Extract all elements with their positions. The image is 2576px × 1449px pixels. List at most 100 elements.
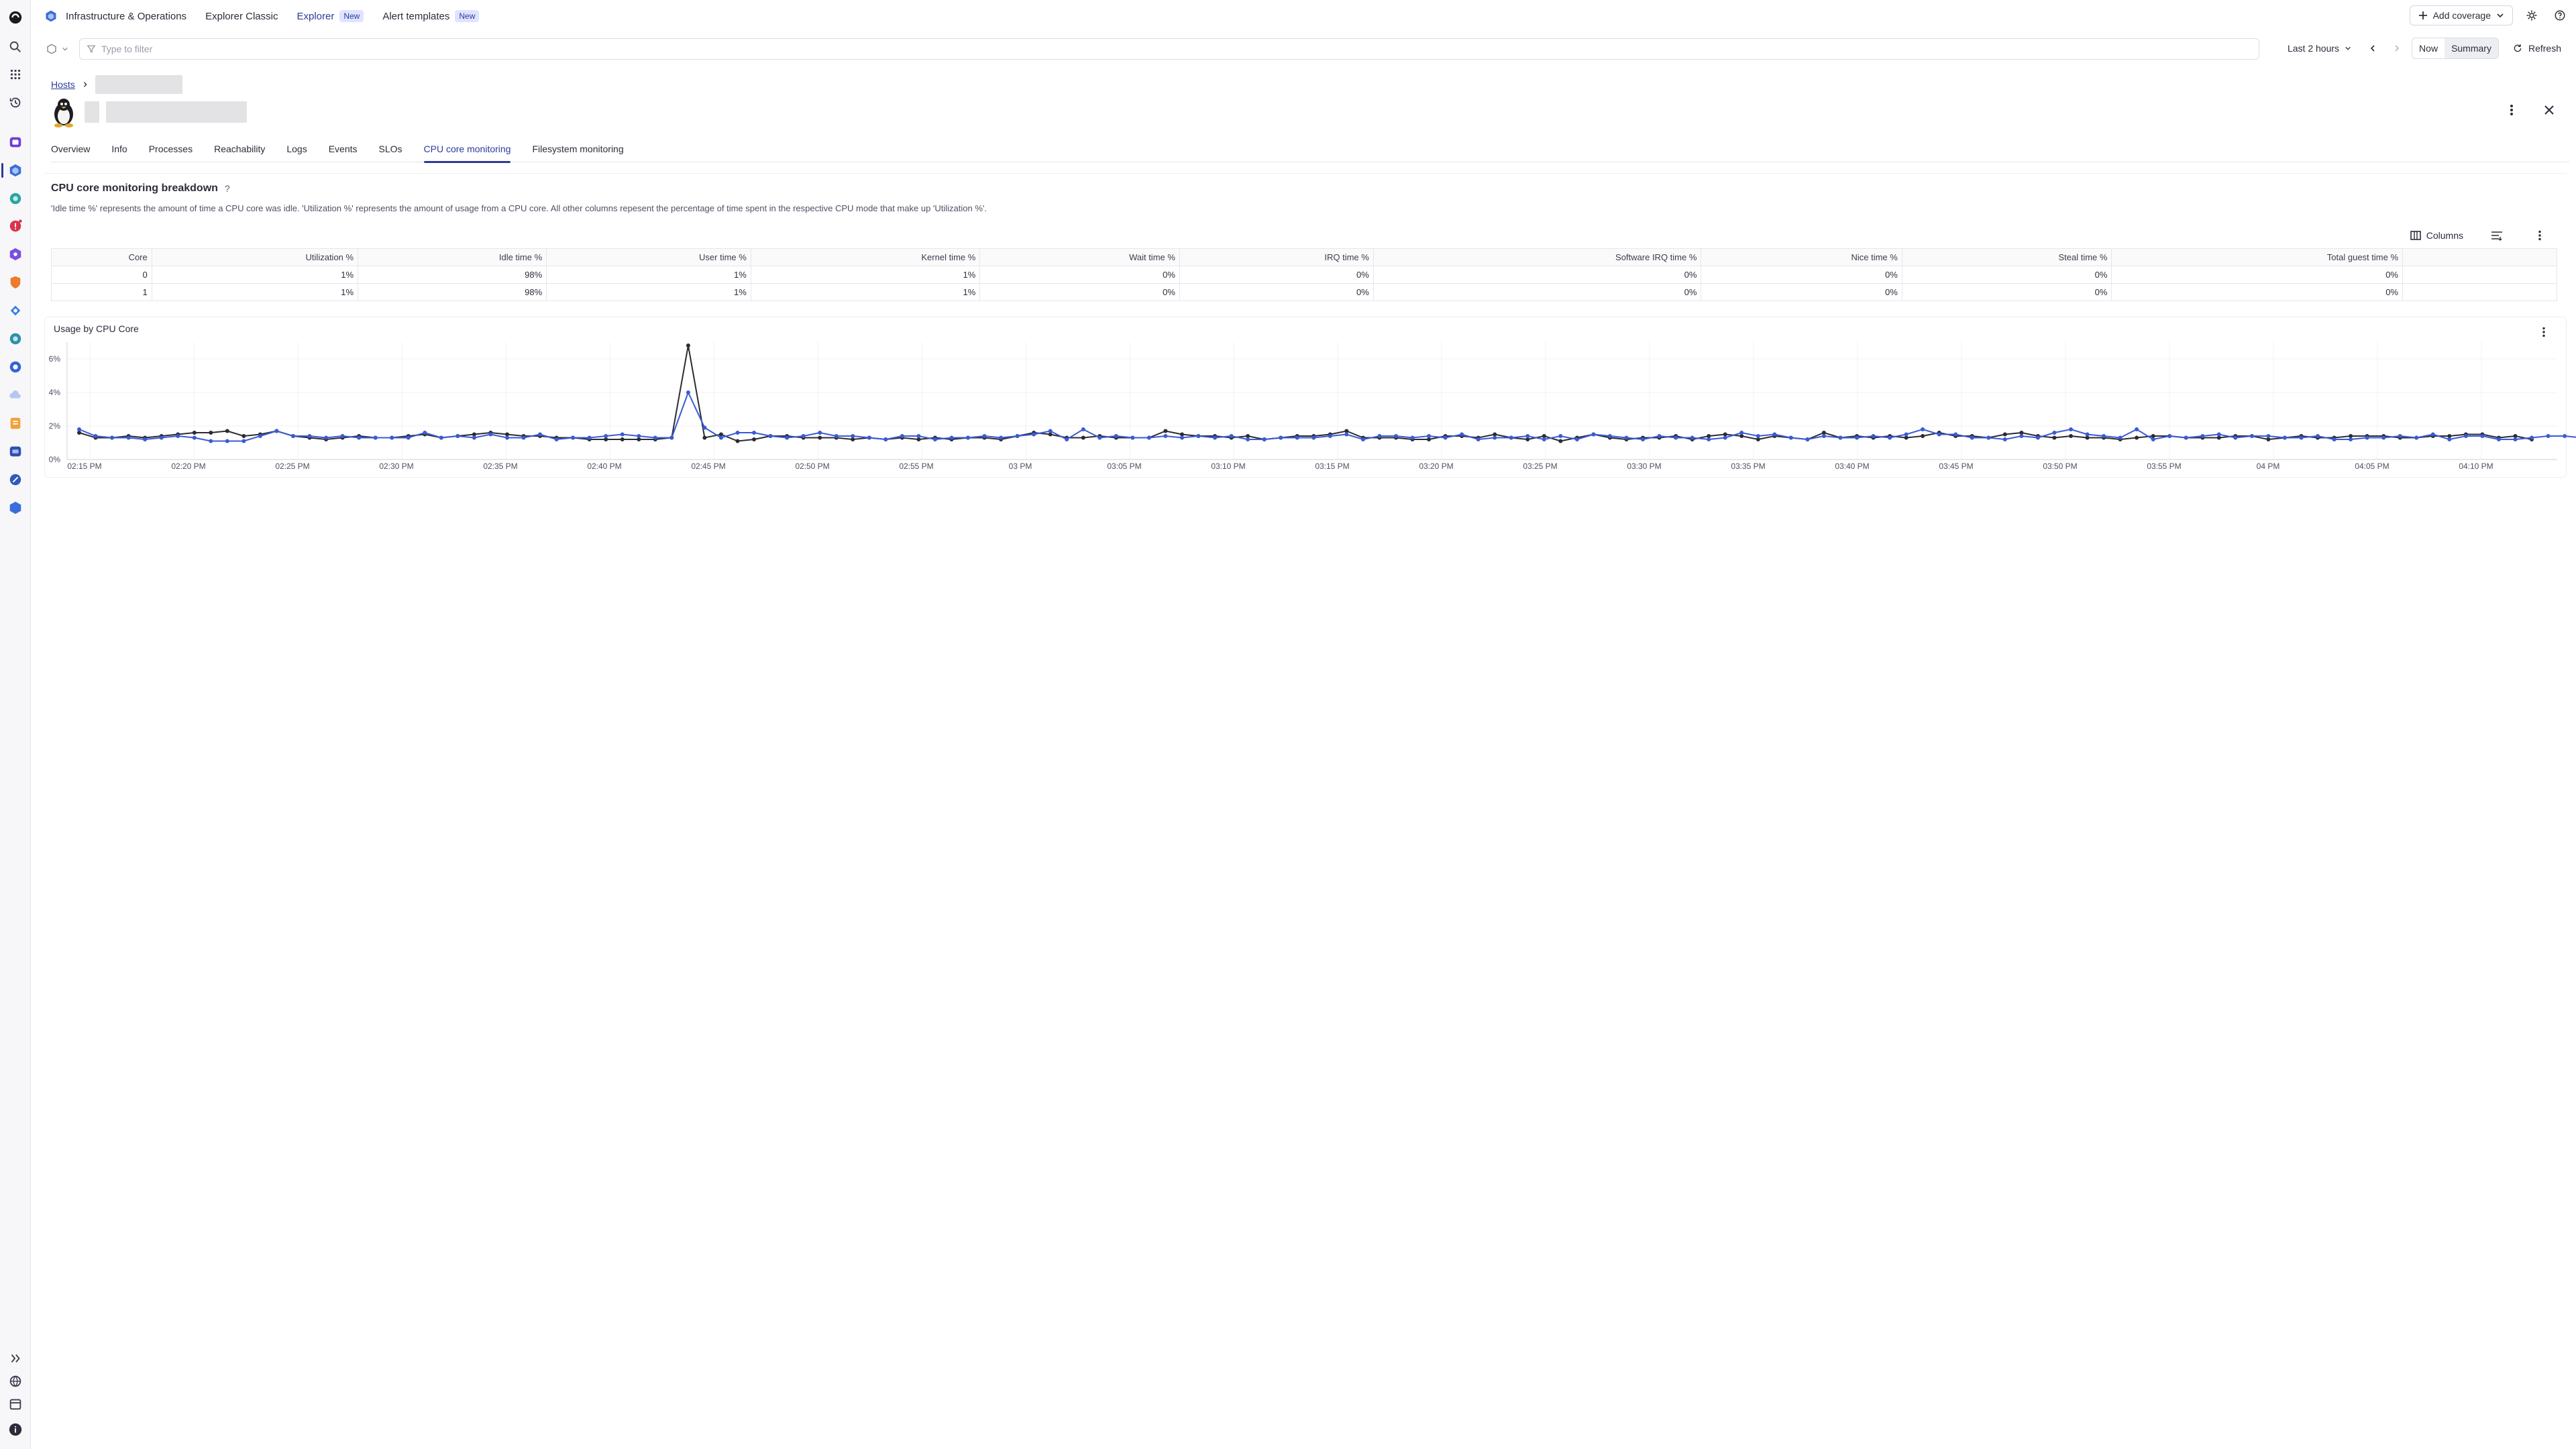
series-point	[1509, 435, 1513, 440]
series-point	[209, 439, 213, 443]
app-explorer-icon[interactable]	[7, 500, 23, 516]
tab-filesystem-monitoring[interactable]: Filesystem monitoring	[532, 141, 623, 162]
usage-by-cpu-core-chart[interactable]: 0% 2% 4% 6% 02:15 PM 02:20 PM 02:25 PM 02:30 PM…	[44, 335, 2576, 476]
series-point	[2266, 434, 2271, 438]
column-header[interactable]: Software IRQ time %	[1373, 248, 1702, 266]
tab-events[interactable]: Events	[329, 141, 358, 162]
series-point	[1690, 435, 1695, 440]
breadcrumb: Hosts	[51, 75, 182, 94]
app-databases-icon[interactable]	[7, 443, 23, 460]
dynatrace-logo-icon[interactable]	[7, 9, 23, 25]
column-header[interactable]: Core	[51, 248, 152, 266]
nav-alert-templates[interactable]: Alert templates New	[382, 10, 480, 22]
series-point	[883, 437, 888, 441]
columns-button[interactable]: Columns	[2410, 230, 2463, 241]
tab-cpu-core-monitoring[interactable]: CPU core monitoring	[423, 141, 511, 163]
globe-icon[interactable]	[7, 1373, 23, 1389]
series-point	[209, 431, 213, 435]
series-point	[2184, 435, 2188, 440]
table-cell: 1%	[546, 266, 751, 284]
series-point	[1788, 435, 1793, 440]
timeframe-selector[interactable]: Last 2 hours	[2281, 38, 2358, 59]
app-discovery-icon[interactable]	[7, 472, 23, 488]
tab-reachability[interactable]: Reachability	[214, 141, 265, 162]
series-point	[2513, 437, 2518, 441]
app-services-icon[interactable]	[7, 246, 23, 262]
series-point	[1493, 435, 1497, 440]
series-point	[1344, 432, 1349, 437]
nav-explorer-classic[interactable]: Explorer Classic	[205, 11, 278, 22]
app-kubernetes-icon[interactable]	[7, 331, 23, 347]
column-header[interactable]: User time %	[546, 248, 751, 266]
series-point	[2002, 432, 2007, 437]
nav-explorer[interactable]: Explorer New	[297, 10, 364, 22]
row-density-icon[interactable]	[2487, 226, 2506, 245]
app-clouds-icon[interactable]	[7, 387, 23, 403]
table-row[interactable]: 0 1% 98% 1% 1% 0% 0% 0% 0% 0% 0%	[51, 266, 2557, 284]
table-header-row: Core Utilization % Idle time % User time % K…	[51, 248, 2557, 266]
x-tick-label: 02:50 PM	[795, 462, 829, 471]
app-synthetic-icon[interactable]	[7, 359, 23, 375]
app-problems-icon[interactable]	[7, 218, 23, 234]
series-point	[1838, 435, 1843, 440]
tab-slos[interactable]: SLOs	[379, 141, 402, 162]
x-tick-label: 03:10 PM	[1211, 462, 1245, 471]
tab-overview[interactable]: Overview	[51, 141, 90, 162]
search-icon[interactable]	[7, 39, 23, 55]
timeframe-prev-button[interactable]	[2363, 39, 2382, 58]
more-options-icon[interactable]	[2502, 101, 2521, 119]
calendar-icon[interactable]	[7, 1396, 23, 1412]
series-point	[291, 434, 295, 438]
column-header[interactable]: Utilization %	[151, 248, 359, 266]
nav-link-label: Alert templates	[382, 10, 450, 22]
column-header[interactable]: Wait time %	[979, 248, 1180, 266]
tab-processes[interactable]: Processes	[149, 141, 193, 162]
series-point	[2200, 434, 2205, 438]
summary-button[interactable]: Summary	[2445, 38, 2498, 58]
help-icon[interactable]	[2551, 6, 2569, 25]
series-point	[1130, 435, 1135, 440]
filter-input[interactable]: Type to filter	[79, 38, 2259, 60]
column-header[interactable]: Nice time %	[1701, 248, 1902, 266]
tab-info[interactable]: Info	[111, 141, 127, 162]
breadcrumb-hosts-link[interactable]: Hosts	[51, 79, 75, 90]
app-cloud-icon[interactable]	[7, 191, 23, 207]
now-button[interactable]: Now	[2412, 38, 2445, 58]
series-point	[702, 435, 707, 440]
column-header[interactable]: Idle time %	[358, 248, 547, 266]
app-notebooks-icon[interactable]	[7, 415, 23, 431]
timeframe-next-button[interactable]	[2387, 39, 2406, 58]
help-question-icon[interactable]: ?	[225, 183, 230, 194]
app-security-icon[interactable]	[7, 274, 23, 290]
app-workflows-icon[interactable]	[7, 303, 23, 319]
series-point	[834, 434, 839, 438]
table-row[interactable]: 1 1% 98% 1% 1% 0% 0% 0% 0% 0% 0%	[51, 283, 2557, 301]
apps-grid-icon[interactable]	[7, 66, 23, 83]
series-point	[1525, 434, 1530, 438]
segment-selector[interactable]	[40, 39, 75, 59]
series-point	[258, 434, 262, 438]
app-dashboards-icon[interactable]	[7, 134, 23, 150]
column-header[interactable]: IRQ time %	[1179, 248, 1374, 266]
infrastructure-app-icon	[46, 10, 56, 22]
column-header[interactable]: Kernel time %	[750, 248, 981, 266]
x-tick-label: 03:15 PM	[1315, 462, 1349, 471]
chevron-down-icon	[2497, 13, 2504, 18]
table-more-options-icon[interactable]	[2530, 226, 2549, 245]
app-infrastructure-icon[interactable]	[7, 162, 23, 178]
add-coverage-button[interactable]: Add coverage	[2409, 5, 2513, 25]
table-cell: 0%	[1373, 283, 1702, 301]
close-icon[interactable]	[2540, 101, 2559, 119]
series-point	[637, 434, 641, 438]
tab-logs[interactable]: Logs	[286, 141, 307, 162]
series-point	[1542, 437, 1546, 441]
expand-rail-icon[interactable]	[7, 1350, 23, 1366]
series-point	[1427, 434, 1431, 438]
user-avatar-icon[interactable]	[7, 1421, 23, 1438]
history-icon[interactable]	[7, 95, 23, 111]
series-point	[2430, 432, 2435, 437]
settings-gear-icon[interactable]	[2522, 6, 2541, 25]
column-header[interactable]: Total guest time %	[2111, 248, 2403, 266]
refresh-button[interactable]: Refresh	[2504, 38, 2569, 58]
column-header[interactable]: Steal time %	[1901, 248, 2112, 266]
